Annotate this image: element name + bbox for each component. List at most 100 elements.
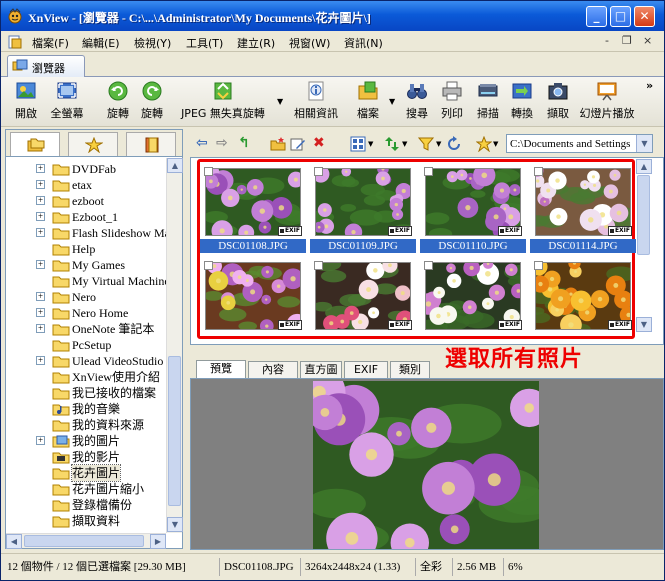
- menu-tools[interactable]: 工具(T): [186, 35, 223, 51]
- tree-expand-toggle[interactable]: +: [36, 180, 45, 189]
- thumbnail-checkbox[interactable]: [424, 261, 433, 270]
- thumb-vscroll-thumb[interactable]: [637, 175, 650, 255]
- tree-expand-toggle[interactable]: +: [36, 436, 45, 445]
- tree-expand-toggle[interactable]: +: [36, 324, 45, 333]
- document-menu-icon[interactable]: [7, 34, 23, 50]
- tab-favorites[interactable]: [68, 132, 118, 156]
- print-button[interactable]: 列印: [435, 80, 469, 121]
- search-button[interactable]: 搜尋: [401, 80, 433, 121]
- refresh-icon[interactable]: [446, 136, 462, 152]
- fullscreen-button[interactable]: 全螢幕: [45, 80, 89, 121]
- thumbnail-checkbox[interactable]: [534, 261, 543, 270]
- folder-icon: [52, 372, 70, 384]
- folder-icon: [52, 468, 70, 480]
- tree-expand-toggle[interactable]: +: [36, 260, 45, 269]
- tree-hscroll-thumb[interactable]: [24, 535, 144, 547]
- menu-create[interactable]: 建立(R): [237, 35, 275, 51]
- folder-tree-vertical-scrollbar[interactable]: ▲ ▼: [166, 158, 183, 533]
- tab-histogram[interactable]: 直方圖: [300, 361, 342, 379]
- tree-expand-toggle[interactable]: +: [36, 212, 45, 221]
- thumbnail-item[interactable]: EXIF: [420, 258, 526, 334]
- thumb-scroll-down-button[interactable]: ▼: [636, 317, 652, 332]
- tab-categories[interactable]: [126, 132, 176, 156]
- thumbnail-checkbox[interactable]: [204, 167, 213, 176]
- tree-scroll-right-button[interactable]: ▶: [150, 534, 166, 549]
- thumbnail-item[interactable]: EXIF: [420, 164, 526, 240]
- tree-expand-toggle[interactable]: +: [36, 356, 45, 365]
- slideshow-button[interactable]: 幻燈片播放: [577, 80, 637, 121]
- capture-button[interactable]: 擷取: [541, 80, 575, 121]
- thumbnail-item[interactable]: EXIF: [310, 164, 416, 240]
- new-folder-icon[interactable]: [270, 136, 286, 152]
- tab-preview[interactable]: 預覽: [196, 360, 246, 379]
- tree-expand-toggle[interactable]: +: [36, 308, 45, 317]
- menu-window[interactable]: 視窗(W): [289, 35, 330, 51]
- mdi-restore-button[interactable]: ❐: [622, 34, 632, 47]
- window-title: XnView - [瀏覽器 - C:\...\Administrator\My …: [28, 11, 371, 25]
- scan-button[interactable]: 掃描: [471, 80, 505, 121]
- open-button[interactable]: 開啟: [7, 80, 45, 121]
- rotate-left-button[interactable]: 旋轉: [101, 80, 135, 121]
- tree-vscroll-thumb[interactable]: [168, 356, 181, 506]
- jpeg-lossless-rotate-button[interactable]: JPEG 無失真旋轉: [177, 80, 269, 121]
- tab-exif[interactable]: EXIF: [344, 361, 388, 379]
- convert-button[interactable]: 轉換: [505, 80, 539, 121]
- thumbnail-checkbox[interactable]: [534, 167, 543, 176]
- tab-properties[interactable]: 內容: [248, 361, 298, 379]
- thumbnail-item[interactable]: EXIF: [200, 164, 306, 240]
- path-dropdown-button[interactable]: ▼: [636, 135, 652, 152]
- mdi-close-button[interactable]: ×: [643, 34, 652, 47]
- title-bar[interactable]: XnView - [瀏覽器 - C:\...\Administrator\My …: [1, 1, 664, 31]
- delete-icon[interactable]: ✖: [313, 135, 325, 151]
- file-dropdown-arrow[interactable]: ▼: [389, 97, 395, 106]
- rename-icon[interactable]: [290, 136, 306, 152]
- minimize-button[interactable]: _: [586, 6, 607, 27]
- sort-icon[interactable]: [384, 136, 400, 152]
- filter-icon[interactable]: [418, 136, 434, 152]
- close-button[interactable]: ✕: [634, 6, 655, 27]
- menu-view[interactable]: 檢視(Y): [134, 35, 171, 51]
- tree-scroll-left-button[interactable]: ◀: [6, 534, 22, 549]
- menu-edit[interactable]: 編輯(E): [82, 35, 120, 51]
- file-button[interactable]: 檔案: [351, 80, 385, 121]
- view-mode-dropdown-arrow[interactable]: ▼: [368, 140, 373, 148]
- tree-expand-toggle[interactable]: +: [36, 196, 45, 205]
- properties-button[interactable]: 相關資訊: [289, 80, 343, 121]
- thumbnail-checkbox[interactable]: [424, 167, 433, 176]
- back-arrow-icon[interactable]: ⇦: [196, 135, 208, 151]
- thumbnail-checkbox[interactable]: [204, 261, 213, 270]
- tab-browser[interactable]: 瀏覽器: [7, 55, 85, 77]
- favorite-star-icon[interactable]: [476, 136, 492, 152]
- filter-dropdown-arrow[interactable]: ▼: [436, 140, 441, 148]
- thumbnail-item[interactable]: EXIF: [530, 164, 636, 240]
- mdi-minimize-button[interactable]: -: [605, 34, 609, 47]
- sort-dropdown-arrow[interactable]: ▼: [402, 140, 407, 148]
- view-mode-icon[interactable]: [350, 136, 366, 152]
- tree-expand-toggle[interactable]: +: [36, 292, 45, 301]
- thumbnail-vertical-scrollbar[interactable]: ▲ ▼: [636, 159, 652, 333]
- up-folder-icon[interactable]: ↰: [238, 135, 250, 151]
- maximize-button[interactable]: □: [610, 6, 631, 27]
- toolbar-overflow-chevron[interactable]: »: [646, 79, 653, 92]
- forward-arrow-icon[interactable]: ⇨: [216, 135, 228, 151]
- menu-info[interactable]: 資訊(N): [344, 35, 383, 51]
- thumbnail-item[interactable]: EXIF: [530, 258, 636, 334]
- thumbnail-item[interactable]: EXIF: [200, 258, 306, 334]
- thumbnail-checkbox[interactable]: [314, 261, 323, 270]
- favorite-dropdown-arrow[interactable]: ▼: [493, 140, 498, 148]
- jpeg-rotate-dropdown-arrow[interactable]: ▼: [277, 97, 283, 106]
- folder-tree-horizontal-scrollbar[interactable]: ◀ ▶: [6, 533, 166, 549]
- tab-folders[interactable]: [10, 132, 60, 156]
- menu-file[interactable]: 檔案(F): [32, 35, 69, 51]
- tree-expand-toggle[interactable]: +: [36, 164, 45, 173]
- preview-image[interactable]: [313, 381, 539, 549]
- rotate-right-button[interactable]: 旋轉: [135, 80, 169, 121]
- tree-expand-toggle[interactable]: +: [36, 228, 45, 237]
- thumbnail-item[interactable]: EXIF: [310, 258, 416, 334]
- thumb-scroll-up-button[interactable]: ▲: [636, 159, 652, 174]
- tree-scroll-up-button[interactable]: ▲: [167, 158, 183, 173]
- thumbnail-checkbox[interactable]: [314, 167, 323, 176]
- tab-category[interactable]: 類別: [390, 361, 430, 379]
- path-combobox[interactable]: C:\Documents and Settings ▼: [506, 134, 653, 153]
- tree-scroll-down-button[interactable]: ▼: [167, 517, 183, 532]
